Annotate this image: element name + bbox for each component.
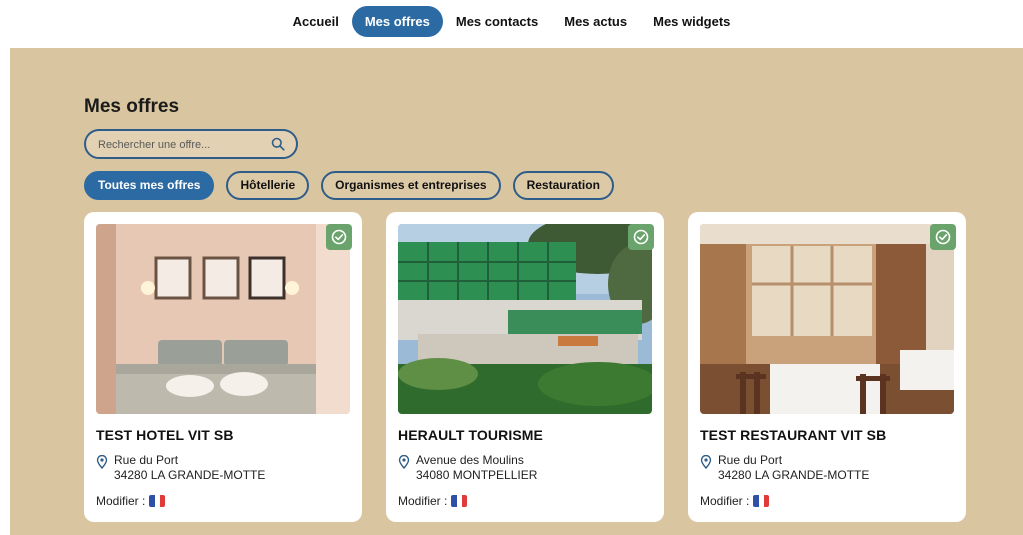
offer-card[interactable]: HERAULT TOURISME Avenue des Moulins 3408… — [386, 212, 664, 522]
filter-chips: Toutes mes offres Hôtellerie Organismes … — [84, 171, 614, 200]
card-title: HERAULT TOURISME — [398, 427, 543, 443]
modify-label: Modifier : — [398, 494, 448, 508]
check-circle-icon — [628, 224, 654, 250]
card-title: TEST HOTEL VIT SB — [96, 427, 234, 443]
filter-hotellerie[interactable]: Hôtellerie — [226, 171, 310, 200]
search-input[interactable] — [98, 136, 268, 153]
card-address: Avenue des Moulins 34080 MONTPELLIER — [416, 453, 538, 482]
page-title: Mes offres — [84, 96, 180, 117]
modify-label: Modifier : — [96, 494, 146, 508]
filter-restauration[interactable]: Restauration — [512, 171, 614, 200]
nav-mes-widgets[interactable]: Mes widgets — [640, 6, 743, 37]
offer-card[interactable]: TEST HOTEL VIT SB Rue du Port 34280 LA G… — [84, 212, 362, 522]
search-icon[interactable] — [271, 137, 285, 151]
offer-card[interactable]: TEST RESTAURANT VIT SB Rue du Port 34280… — [688, 212, 966, 522]
hotel-bedroom-photo — [96, 224, 350, 414]
top-navigation: Accueil Mes offres Mes contacts Mes actu… — [0, 6, 1023, 38]
card-title: TEST RESTAURANT VIT SB — [700, 427, 887, 443]
offers-panel: Mes offres Toutes mes offres Hôtellerie … — [10, 48, 1023, 535]
nav-mes-contacts[interactable]: Mes contacts — [443, 6, 551, 37]
restaurant-interior-photo — [700, 224, 954, 414]
card-address: Rue du Port 34280 LA GRANDE-MOTTE — [114, 453, 266, 482]
modify-row: Modifier : — [96, 494, 166, 508]
map-pin-icon — [96, 455, 108, 469]
modify-row: Modifier : — [700, 494, 770, 508]
nav-accueil[interactable]: Accueil — [280, 6, 352, 37]
modify-label: Modifier : — [700, 494, 750, 508]
french-flag-icon[interactable] — [753, 495, 770, 507]
nav-mes-actus[interactable]: Mes actus — [551, 6, 640, 37]
map-pin-icon — [700, 455, 712, 469]
check-circle-icon — [326, 224, 352, 250]
modify-row: Modifier : — [398, 494, 468, 508]
search-box — [84, 129, 298, 159]
card-address: Rue du Port 34280 LA GRANDE-MOTTE — [718, 453, 870, 482]
french-flag-icon[interactable] — [149, 495, 166, 507]
office-building-photo — [398, 224, 652, 414]
filter-organismes[interactable]: Organismes et entreprises — [321, 171, 501, 200]
filter-toutes-mes-offres[interactable]: Toutes mes offres — [84, 171, 215, 200]
map-pin-icon — [398, 455, 410, 469]
check-circle-icon — [930, 224, 956, 250]
nav-mes-offres[interactable]: Mes offres — [351, 6, 443, 37]
french-flag-icon[interactable] — [451, 495, 468, 507]
